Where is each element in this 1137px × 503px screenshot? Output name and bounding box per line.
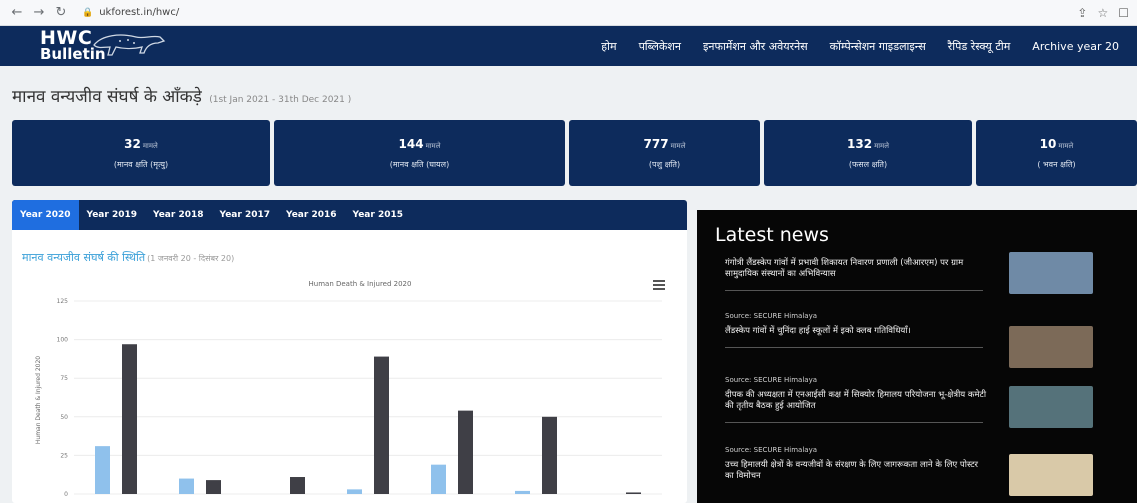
news-title[interactable]: गंगोत्री लैंडस्केप गांवों में प्रभावी शि… xyxy=(725,258,987,280)
menu-item-home[interactable]: होम xyxy=(601,39,616,54)
news-item[interactable]: Source: SECURE Himalaya लैंडस्केप गांवों… xyxy=(725,312,987,348)
stat-label: (फसल क्षति) xyxy=(848,159,888,169)
reload-icon[interactable]: ↻ xyxy=(52,5,70,20)
main-menu: होम पब्लिकेशन इनफार्मेशन और अवेयरनेस कॉम… xyxy=(601,39,1119,54)
menu-item-information[interactable]: इनफार्मेशन और अवेयरनेस xyxy=(703,39,808,54)
stat-unit: मामले xyxy=(874,141,889,150)
stats-row: 32 मामले (मानव क्षति (मृत्यु) 144 मामले (म… xyxy=(12,120,1137,186)
stat-label: ( भवन क्षति) xyxy=(1037,159,1076,169)
site-logo[interactable]: HWC Bulletin xyxy=(40,26,170,66)
stat-value: 10 xyxy=(1039,136,1057,151)
menu-item-compensation[interactable]: कॉम्पेन्सेशन गाइडलाइन्स xyxy=(830,39,926,54)
menu-item-rapid-rescue[interactable]: रैपिड रेस्क्यू टीम xyxy=(948,39,1011,54)
news-thumbnail[interactable] xyxy=(1009,454,1093,496)
bar-series-1[interactable] xyxy=(515,490,530,494)
y-tick-label: 0 xyxy=(64,491,68,498)
stat-card-livestock: 777 मामले (पशु क्षति) xyxy=(569,120,760,186)
news-source: Source: SECURE Himalaya xyxy=(725,312,817,320)
chart-panel: Year 2020 Year 2019 Year 2018 Year 2017 … xyxy=(12,200,687,503)
news-thumbnail[interactable] xyxy=(1009,252,1093,294)
stat-value: 32 xyxy=(124,136,141,151)
news-title[interactable]: दीपक की अध्यक्षता में एनआईसी कक्ष में सि… xyxy=(725,390,987,412)
stat-unit: मामले xyxy=(1058,141,1074,150)
menu-item-publication[interactable]: पब्लिकेशन xyxy=(639,39,681,54)
stat-value: 132 xyxy=(847,136,873,151)
y-tick-label: 25 xyxy=(60,452,68,459)
bar-series-1[interactable] xyxy=(179,478,194,494)
news-item[interactable]: Source: SECURE Himalaya उच्च हिमालयी क्ष… xyxy=(725,446,987,482)
stat-card-human-injured: 144 मामले (मानव क्षति (घायल) xyxy=(274,120,565,186)
news-heading: Latest news xyxy=(715,224,829,246)
news-panel: Latest news गंगोत्री लैंडस्केप गांवों मे… xyxy=(697,210,1137,503)
news-thumbnail[interactable] xyxy=(1009,386,1093,428)
news-source: Source: SECURE Himalaya xyxy=(725,376,817,384)
stat-value: 777 xyxy=(643,136,669,151)
section-title-text: मानव वन्यजीव संघर्ष के आँकड़े xyxy=(12,87,202,107)
y-tick-label: 125 xyxy=(57,298,69,305)
bar-series-2[interactable] xyxy=(122,344,137,494)
y-tick-label: 75 xyxy=(60,375,68,382)
window-icon[interactable]: ☐ xyxy=(1118,6,1129,20)
section-date-range: (1st Jan 2021 - 31th Dec 2021 ) xyxy=(209,95,352,105)
chart-title: Human Death & Injured 2020 xyxy=(309,280,412,288)
bar-series-2[interactable] xyxy=(542,416,557,494)
forward-icon[interactable]: → xyxy=(30,5,48,20)
browser-toolbar: ← → ↻ 🔒 ukforest.in/hwc/ ⇪ ☆ ☐ xyxy=(0,0,1137,26)
bar-series-1[interactable] xyxy=(431,464,446,494)
bar-series-2[interactable] xyxy=(458,410,473,494)
bar-series-2[interactable] xyxy=(626,492,641,494)
stat-unit: मामले xyxy=(142,141,158,150)
stat-card-crop: 132 मामले (फसल क्षति) xyxy=(764,120,972,186)
news-source: Source: SECURE Himalaya xyxy=(725,446,817,454)
y-tick-label: 100 xyxy=(57,337,69,344)
bar-series-2[interactable] xyxy=(206,480,221,494)
y-axis-label: Human Death & Injured 2020 xyxy=(35,356,42,444)
news-item[interactable]: गंगोत्री लैंडस्केप गांवों में प्रभावी शि… xyxy=(725,258,987,291)
lock-icon: 🔒 xyxy=(82,7,94,18)
bar-chart: Human Death & Injured 2020 Human Death &… xyxy=(35,280,662,498)
section-title: मानव वन्यजीव संघर्ष के आँकड़े (1st Jan 2… xyxy=(12,84,351,107)
bar-series-1[interactable] xyxy=(347,489,362,494)
stat-unit: मामले xyxy=(425,141,441,150)
address-bar[interactable]: 🔒 ukforest.in/hwc/ xyxy=(82,7,179,18)
stat-label: (पशु क्षति) xyxy=(648,159,681,169)
news-item[interactable]: Source: SECURE Himalaya दीपक की अध्यक्षत… xyxy=(725,376,987,423)
stat-value: 144 xyxy=(398,136,424,151)
bar-series-2[interactable] xyxy=(374,356,389,494)
stat-unit: मामले xyxy=(670,141,686,150)
y-tick-label: 50 xyxy=(60,414,68,421)
back-icon[interactable]: ← xyxy=(8,5,26,20)
bar-series-2[interactable] xyxy=(290,477,305,494)
bar-series-1[interactable] xyxy=(95,446,110,494)
menu-item-archive[interactable]: Archive year 20 xyxy=(1032,40,1119,53)
share-icon[interactable]: ⇪ xyxy=(1077,6,1087,20)
address-text: ukforest.in/hwc/ xyxy=(99,7,180,18)
site-header: HWC Bulletin होम पब्लिकेशन इनफार्मेशन और… xyxy=(0,26,1137,66)
news-title[interactable]: लैंडस्केप गांवों में चुनिंदा हाई स्कूलों… xyxy=(725,326,987,337)
bookmark-star-icon[interactable]: ☆ xyxy=(1097,6,1108,20)
stat-card-building: 10 मामले ( भवन क्षति) xyxy=(976,120,1137,186)
stat-card-human-death: 32 मामले (मानव क्षति (मृत्यु) xyxy=(12,120,270,186)
leopard-icon xyxy=(93,34,166,56)
news-thumbnail[interactable] xyxy=(1009,326,1093,368)
stat-label: (मानव क्षति (मृत्यु) xyxy=(113,159,169,169)
news-title[interactable]: उच्च हिमालयी क्षेत्रों के वन्यजीवों के स… xyxy=(725,460,987,482)
stat-label: (मानव क्षति (घायल) xyxy=(389,159,450,169)
